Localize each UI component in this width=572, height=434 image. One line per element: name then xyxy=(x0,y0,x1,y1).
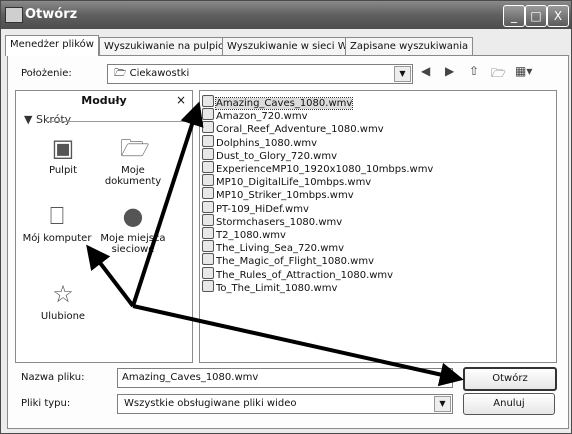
tab-file-manager[interactable]: Menedżer plików xyxy=(5,35,99,56)
arrow-to-file-list xyxy=(131,101,204,307)
arrow-to-computer xyxy=(86,244,135,308)
arrow-to-open-button xyxy=(132,304,464,387)
annotation-arrows xyxy=(86,101,464,387)
open-dialog-window: Otwórz _ □ X Menedżer plików Wyszukiwani… xyxy=(0,0,572,434)
